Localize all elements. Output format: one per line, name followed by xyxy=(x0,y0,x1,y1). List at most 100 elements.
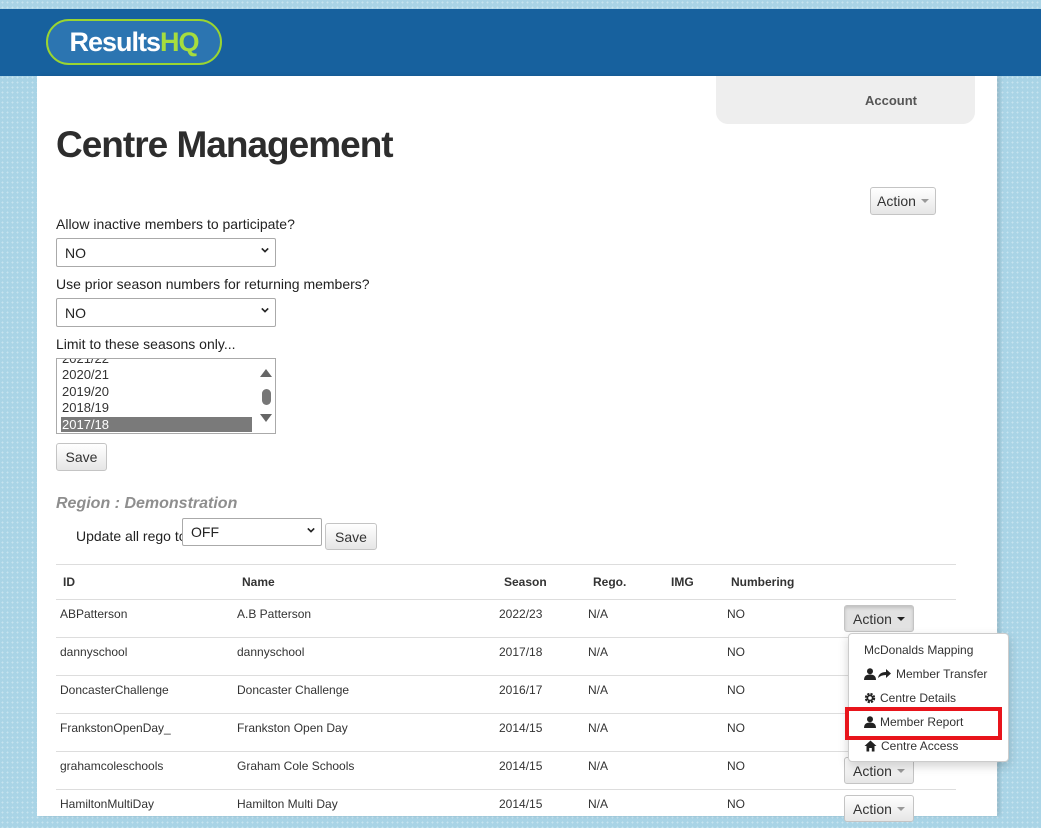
cell-id[interactable]: ABPatterson xyxy=(56,599,235,638)
settings-save-label: Save xyxy=(65,449,98,465)
season-option[interactable]: 2020/21 xyxy=(62,367,109,382)
cell-rego: N/A xyxy=(585,713,663,752)
cell-name: Frankston Open Day xyxy=(235,713,496,752)
inactive-members-value: NO xyxy=(65,245,86,261)
cell-img xyxy=(663,599,725,638)
menu-item-mcdonalds-mapping[interactable]: McDonalds Mapping xyxy=(864,643,973,657)
rego-save-button[interactable]: Save xyxy=(325,523,377,550)
cell-img xyxy=(663,751,725,790)
logo-text-results: Results xyxy=(69,26,161,57)
seasons-listbox[interactable]: 2021/22 2020/21 2019/20 2018/19 2017/18 xyxy=(56,358,276,434)
cell-img xyxy=(663,637,725,676)
cell-season: 2014/15 xyxy=(496,713,585,752)
season-option[interactable]: 2021/22 xyxy=(62,359,109,366)
rego-update-select[interactable]: OFF xyxy=(182,518,322,546)
cell-name: A.B Patterson xyxy=(235,599,496,638)
cell-numbering: NO xyxy=(725,789,844,828)
column-header-id[interactable]: ID xyxy=(56,564,235,600)
column-header-season[interactable]: Season xyxy=(496,564,585,600)
cell-numbering: NO xyxy=(725,637,844,676)
settings-save-button[interactable]: Save xyxy=(56,443,107,471)
inactive-members-label: Allow inactive members to participate? xyxy=(56,216,295,232)
table-row: FrankstonOpenDay_ Frankston Open Day 201… xyxy=(56,713,956,752)
cell-id[interactable]: dannyschool xyxy=(56,637,235,676)
prior-season-value: NO xyxy=(65,305,86,321)
table-row: ABPatterson A.B Patterson 2022/23 N/A NO… xyxy=(56,599,956,638)
cell-action: Action xyxy=(844,599,956,638)
cell-numbering: NO xyxy=(725,751,844,790)
cell-season: 2022/23 xyxy=(496,599,585,638)
cell-season: 2016/17 xyxy=(496,675,585,714)
table-row: DoncasterChallenge Doncaster Challenge 2… xyxy=(56,675,956,714)
row-action-label: Action xyxy=(853,762,892,779)
home-icon xyxy=(864,740,877,752)
cell-img xyxy=(663,789,725,828)
cell-rego: N/A xyxy=(585,675,663,714)
page-action-button[interactable]: Action xyxy=(870,187,936,215)
account-link[interactable]: Account xyxy=(865,93,917,108)
cell-rego: N/A xyxy=(585,789,663,828)
scroll-down-arrow-icon[interactable] xyxy=(260,414,272,422)
inactive-members-select[interactable]: NO xyxy=(56,238,276,267)
resultshq-logo[interactable]: Results HQ xyxy=(46,19,222,65)
column-header-numbering[interactable]: Numbering xyxy=(725,564,844,600)
cell-name: Hamilton Multi Day xyxy=(235,789,496,828)
table-row: HamiltonMultiDay Hamilton Multi Day 2014… xyxy=(56,789,956,828)
gear-icon xyxy=(864,692,876,704)
cell-season: 2014/15 xyxy=(496,789,585,828)
row-action-button[interactable]: Action xyxy=(844,795,914,822)
column-header-rego[interactable]: Rego. xyxy=(585,564,663,600)
caret-down-icon xyxy=(896,806,905,811)
rego-update-label: Update all rego to xyxy=(76,528,187,544)
rego-update-value: OFF xyxy=(191,524,219,540)
cell-name: Doncaster Challenge xyxy=(235,675,496,714)
seasons-limit-label: Limit to these seasons only... xyxy=(56,336,236,352)
centres-table: ID Name Season Rego. IMG Numbering ABPat… xyxy=(56,564,956,828)
page-action-label: Action xyxy=(877,193,916,209)
column-header-name[interactable]: Name xyxy=(235,564,496,600)
cell-action: Action xyxy=(844,789,956,828)
account-tab[interactable]: Account xyxy=(716,76,975,124)
season-option[interactable]: 2019/20 xyxy=(62,384,109,399)
menu-item-centre-access[interactable]: Centre Access xyxy=(864,739,958,753)
menu-item-member-transfer[interactable]: Member Transfer xyxy=(864,667,987,681)
annotation-highlight-box xyxy=(845,707,1002,740)
cell-numbering: NO xyxy=(725,599,844,638)
cell-img xyxy=(663,713,725,752)
cell-season: 2017/18 xyxy=(496,637,585,676)
scroll-up-arrow-icon[interactable] xyxy=(260,369,272,377)
caret-down-icon xyxy=(920,199,929,203)
row-action-dropdown-menu: McDonalds Mapping Member Transfer Centre… xyxy=(848,633,1009,762)
page-title: Centre Management xyxy=(56,124,394,165)
column-header-actions xyxy=(844,564,956,600)
top-header-bar: Results HQ xyxy=(0,9,1041,76)
cell-id[interactable]: FrankstonOpenDay_ xyxy=(56,713,235,752)
cell-rego: N/A xyxy=(585,751,663,790)
prior-season-label: Use prior season numbers for returning m… xyxy=(56,276,370,292)
cell-numbering: NO xyxy=(725,675,844,714)
scrollbar-thumb[interactable] xyxy=(262,389,271,405)
menu-item-label: Member Transfer xyxy=(896,667,988,681)
table-row: grahamcoleschools Graham Cole Schools 20… xyxy=(56,751,956,790)
cell-name: dannyschool xyxy=(235,637,496,676)
season-option-selected[interactable]: 2017/18 xyxy=(61,417,252,432)
menu-item-centre-details[interactable]: Centre Details xyxy=(864,691,956,705)
prior-season-select[interactable]: NO xyxy=(56,298,276,327)
menu-item-label: Centre Access xyxy=(881,739,959,753)
chevron-down-icon xyxy=(307,527,315,533)
season-option[interactable]: 2018/19 xyxy=(62,400,109,415)
cell-id[interactable]: grahamcoleschools xyxy=(56,751,235,790)
menu-item-label: McDonalds Mapping xyxy=(864,643,974,657)
cell-img xyxy=(663,675,725,714)
row-action-button-open[interactable]: Action xyxy=(844,605,914,632)
cell-id[interactable]: HamiltonMultiDay xyxy=(56,789,235,828)
column-header-img[interactable]: IMG xyxy=(663,564,725,600)
rego-save-label: Save xyxy=(335,528,367,545)
menu-item-label: Centre Details xyxy=(880,691,957,705)
cell-name: Graham Cole Schools xyxy=(235,751,496,790)
caret-down-icon xyxy=(896,768,905,773)
region-title: Region : Demonstration xyxy=(56,495,238,512)
cell-rego: N/A xyxy=(585,599,663,638)
cell-id[interactable]: DoncasterChallenge xyxy=(56,675,235,714)
caret-down-icon xyxy=(896,616,905,621)
